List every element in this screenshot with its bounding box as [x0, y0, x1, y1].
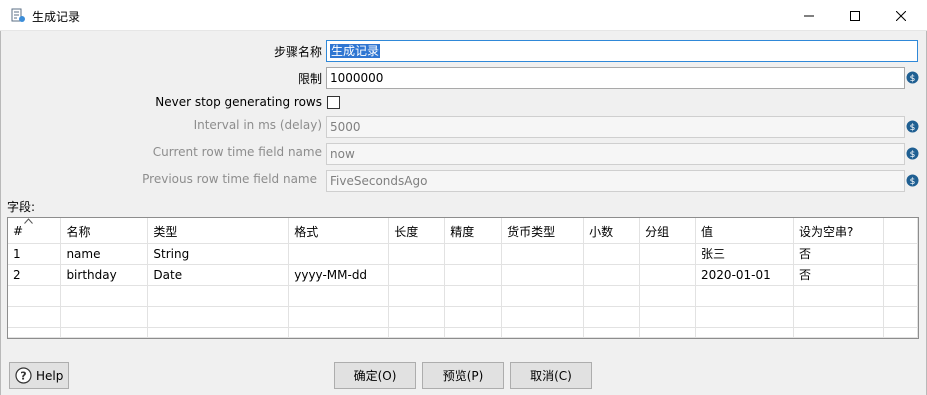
table-cell[interactable]: 否: [793, 264, 884, 286]
minimize-icon: [804, 15, 814, 16]
table-cell[interactable]: 张三: [695, 243, 794, 265]
step-name-input[interactable]: 生成记录: [326, 40, 918, 62]
table-row-empty[interactable]: [8, 285, 918, 307]
interval-label: Interval in ms (delay): [193, 118, 322, 132]
table-cell[interactable]: 2: [8, 264, 62, 286]
close-icon: [896, 10, 906, 21]
svg-text:$: $: [910, 177, 916, 187]
help-icon: ?: [15, 367, 32, 384]
fields-grid: # 名称 类型 格式 长度 精度 货币类型 小数 分组 值 设为空串? 1 na…: [8, 218, 918, 338]
table-cell[interactable]: [444, 243, 503, 265]
current-time-input[interactable]: now: [326, 143, 905, 165]
table-cell[interactable]: [388, 243, 446, 265]
variable-dollar-icon[interactable]: $: [906, 147, 919, 160]
column-header-value[interactable]: 值: [695, 218, 794, 244]
svg-text:?: ?: [20, 370, 26, 383]
table-cell-filler: [883, 243, 918, 265]
svg-text:$: $: [910, 123, 916, 133]
table-cell[interactable]: [501, 243, 585, 265]
column-header-group[interactable]: 分组: [639, 218, 697, 244]
current-time-label: Current row time field name: [152, 145, 322, 159]
column-header-precision[interactable]: 精度: [444, 218, 503, 244]
column-header-name[interactable]: 名称: [60, 218, 149, 244]
variable-dollar-icon[interactable]: $: [906, 71, 919, 84]
maximize-button[interactable]: [832, 0, 878, 31]
preview-button[interactable]: 预览(P): [422, 362, 504, 389]
limit-input[interactable]: 1000000: [326, 67, 905, 89]
table-cell[interactable]: [583, 264, 641, 286]
limit-label: 限制: [297, 72, 322, 86]
dialog-form-icon: [11, 8, 25, 22]
variable-dollar-icon[interactable]: $: [906, 174, 919, 187]
interval-input[interactable]: 5000: [326, 116, 905, 138]
fields-label: 字段:: [7, 200, 36, 214]
never-stop-label: Never stop generating rows: [155, 95, 322, 109]
table-row[interactable]: 1 name String 张三 否: [8, 243, 918, 265]
table-cell[interactable]: [501, 264, 585, 286]
column-header-set-empty[interactable]: 设为空串?: [793, 218, 884, 244]
table-cell[interactable]: String: [147, 243, 290, 265]
ok-button[interactable]: 确定(O): [334, 362, 416, 389]
column-header-filler: [883, 218, 918, 244]
table-cell[interactable]: [388, 264, 446, 286]
table-cell[interactable]: yyyy-MM-dd: [288, 264, 390, 286]
column-header-length[interactable]: 长度: [388, 218, 446, 244]
window-title: 生成记录: [32, 10, 81, 24]
variable-dollar-icon[interactable]: $: [906, 120, 919, 133]
table-cell[interactable]: 2020-01-01: [695, 264, 794, 286]
table-row-empty[interactable]: [8, 306, 918, 328]
help-label: Help: [36, 368, 64, 383]
title-bar: 生成记录: [0, 0, 927, 31]
step-name-value: 生成记录: [330, 44, 381, 58]
sort-ascending-icon: [24, 218, 33, 224]
maximize-icon: [850, 10, 860, 21]
cancel-button[interactable]: 取消(C): [510, 362, 592, 389]
svg-text:$: $: [910, 74, 916, 84]
help-button[interactable]: ? Help: [9, 362, 69, 389]
table-cell[interactable]: 否: [793, 243, 884, 265]
table-row[interactable]: 2 birthday Date yyyy-MM-dd 2020-01-01 否: [8, 264, 918, 286]
table-cell[interactable]: 1: [8, 243, 62, 265]
previous-time-input[interactable]: FiveSecondsAgo: [326, 170, 905, 192]
column-header-format[interactable]: 格式: [288, 218, 390, 244]
table-cell-filler: [883, 264, 918, 286]
column-header-currency[interactable]: 货币类型: [501, 218, 585, 244]
table-cell[interactable]: name: [60, 243, 149, 265]
table-header-row: # 名称 类型 格式 长度 精度 货币类型 小数 分组 值 设为空串?: [8, 218, 918, 244]
table-cell[interactable]: [288, 243, 390, 265]
svg-text:$: $: [910, 150, 916, 160]
table-row-empty[interactable]: [8, 327, 918, 338]
previous-time-label: Previous row time field name: [142, 172, 317, 186]
fields-table[interactable]: # 名称 类型 格式 长度 精度 货币类型 小数 分组 值 设为空串? 1 na…: [7, 217, 919, 339]
table-cell[interactable]: Date: [147, 264, 290, 286]
table-cell[interactable]: [639, 243, 697, 265]
close-button[interactable]: [878, 0, 924, 31]
table-cell[interactable]: [639, 264, 697, 286]
minimize-button[interactable]: [786, 0, 832, 31]
table-cell[interactable]: [444, 264, 503, 286]
column-header-type[interactable]: 类型: [147, 218, 290, 244]
table-cell[interactable]: [583, 243, 641, 265]
table-cell[interactable]: birthday: [60, 264, 149, 286]
window-border-left: [0, 31, 1, 395]
never-stop-checkbox[interactable]: [327, 96, 340, 109]
column-header-decimal[interactable]: 小数: [583, 218, 641, 244]
step-name-label: 步骤名称: [273, 45, 322, 59]
column-header-index[interactable]: #: [8, 218, 62, 244]
